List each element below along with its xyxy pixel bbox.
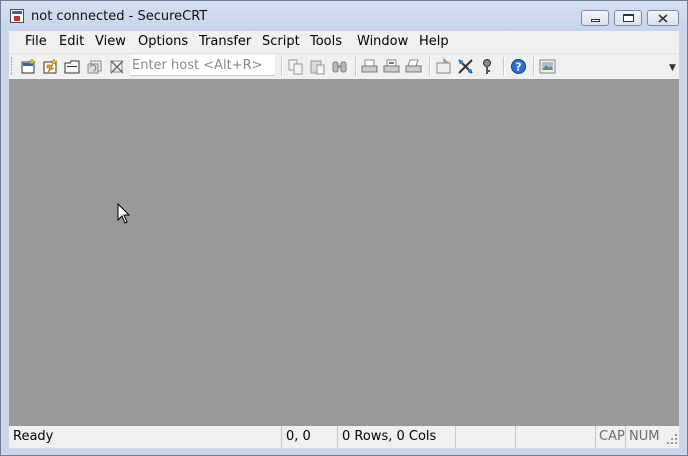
- keymap-icon[interactable]: [479, 58, 496, 75]
- menu-view[interactable]: View: [95, 34, 126, 49]
- toolbar-overflow-chevron-icon[interactable]: ▼: [669, 63, 676, 73]
- menu-transfer[interactable]: Transfer: [199, 34, 251, 49]
- connect-in-tab-icon[interactable]: [64, 58, 81, 75]
- app-window: not connected - SecureCRT File Edit View…: [0, 0, 688, 456]
- svg-text:?: ?: [515, 61, 521, 74]
- mouse-pointer-icon: [117, 203, 131, 224]
- connect-icon[interactable]: [20, 58, 37, 75]
- status-cursor-position: 0, 0: [281, 426, 337, 448]
- securecrt-app-icon[interactable]: [10, 9, 24, 23]
- toolbar-separator: [429, 57, 430, 76]
- session-area[interactable]: [9, 79, 679, 426]
- menu-options[interactable]: Options: [138, 34, 188, 49]
- find-icon[interactable]: [331, 58, 348, 75]
- status-caps-lock: CAP: [595, 426, 625, 448]
- global-options-icon[interactable]: [457, 58, 474, 75]
- toolbar-separator: [281, 57, 282, 76]
- menu-bar: File Edit View Options Transfer Script T…: [9, 31, 679, 54]
- close-icon: [658, 14, 668, 23]
- status-bar: Ready 0, 0 0 Rows, 0 Cols CAP NUM: [9, 426, 679, 448]
- status-ready: Ready: [13, 429, 54, 444]
- menu-file[interactable]: File: [25, 34, 47, 49]
- title-bar[interactable]: not connected - SecureCRT: [1, 1, 687, 31]
- menu-help[interactable]: Help: [419, 34, 449, 49]
- print-selection-icon[interactable]: [383, 58, 400, 75]
- minimize-button[interactable]: [581, 10, 609, 26]
- disconnect-icon[interactable]: [108, 58, 125, 75]
- resize-grip-icon[interactable]: [667, 434, 677, 444]
- paste-icon[interactable]: [309, 58, 326, 75]
- maximize-button[interactable]: [614, 10, 642, 26]
- toolbar-separator: [355, 57, 356, 76]
- toolbar-separator: [533, 57, 534, 76]
- print-icon[interactable]: [361, 58, 378, 75]
- status-num-lock: NUM: [625, 426, 663, 448]
- print-setup-icon[interactable]: [405, 58, 422, 75]
- toolbar-grip[interactable]: [11, 57, 15, 75]
- menu-script[interactable]: Script: [262, 34, 300, 49]
- menu-edit[interactable]: Edit: [59, 34, 84, 49]
- menu-tools[interactable]: Tools: [310, 34, 342, 49]
- host-input[interactable]: [130, 55, 275, 76]
- copy-icon[interactable]: [287, 58, 304, 75]
- help-icon[interactable]: ?: [510, 58, 527, 75]
- status-pane-empty: [515, 426, 595, 448]
- menu-window[interactable]: Window: [357, 34, 408, 49]
- reconnect-icon[interactable]: [86, 58, 103, 75]
- status-terminal-size: 0 Rows, 0 Cols: [337, 426, 455, 448]
- session-options-icon[interactable]: [435, 58, 452, 75]
- toolbar-separator: [503, 57, 504, 76]
- status-pane-empty: [455, 426, 515, 448]
- about-icon[interactable]: [539, 58, 556, 75]
- window-title: not connected - SecureCRT: [31, 9, 208, 24]
- close-button[interactable]: [647, 10, 679, 26]
- quick-connect-icon[interactable]: [42, 58, 59, 75]
- toolbar: ? ▼: [9, 54, 679, 79]
